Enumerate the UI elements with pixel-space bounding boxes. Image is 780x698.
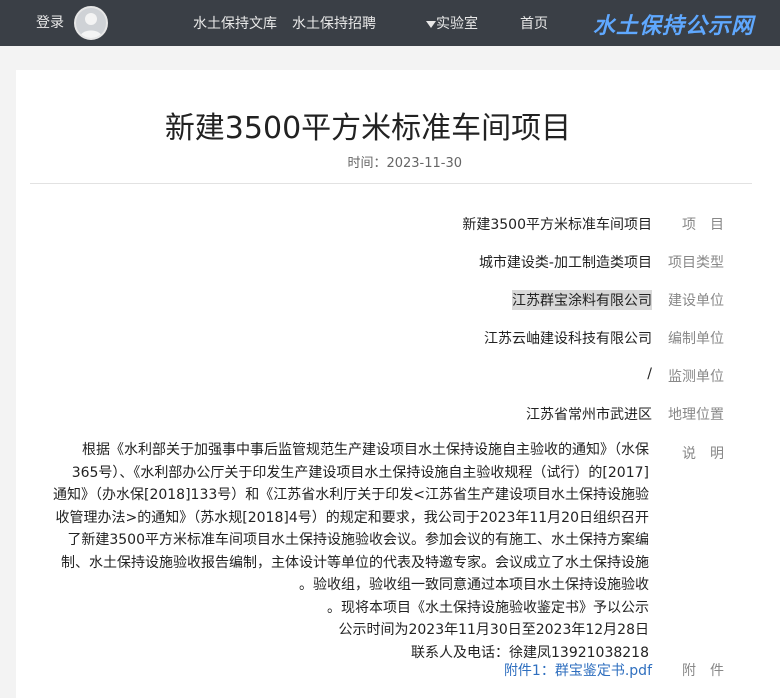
description-text: 根据《水利部关于加强事中事后监管规范生产建设项目水土保持设施自主验收的通知》（水… xyxy=(41,439,649,664)
description-line: [2017]365号）、《水利部办公厅关于印发生产建设项目水土保持设施自主验收规… xyxy=(71,464,649,481)
title-divider xyxy=(30,183,752,184)
field-value-selected: 江苏群宝涂料有限公司 xyxy=(512,290,652,310)
nav-recruit[interactable]: 水土保持招聘 xyxy=(292,13,376,33)
field-label: 项目类型 xyxy=(668,255,724,271)
description-line: 通知》（办水保[2018]133号）和《江苏省水利厅关于印发<江苏省生产建设项目… xyxy=(52,487,649,503)
user-avatar-icon[interactable] xyxy=(74,6,108,40)
publish-date: 时间：2023-11-30 xyxy=(347,156,462,171)
field-label: 项 目 xyxy=(682,217,724,233)
description-label: 说 明 xyxy=(682,446,724,462)
description-line: 现将本项目《水土保持设施验收鉴定书》予以公示。 xyxy=(327,599,649,616)
description-line: 验收组，验收组一致同意通过本项目水土保持设施验收。 xyxy=(299,577,649,593)
field-label: 地理位置 xyxy=(668,407,724,423)
article-card: 新建3500平方米标准车间项目 时间：2023-11-30 项 目 新建3500… xyxy=(16,70,780,698)
avatar-silhouette xyxy=(80,13,102,38)
page-title: 新建3500平方米标准车间项目 xyxy=(164,111,572,146)
field-value: 新建3500平方米标准车间项目 xyxy=(462,217,652,233)
field-label: 编制单位 xyxy=(668,331,724,347)
description-line: 公示时间为2023年11月30日至2023年12月28日 xyxy=(338,622,649,638)
field-label: 监测单位 xyxy=(668,369,724,385)
field-value: 城市建设类-加工制造类项目 xyxy=(478,255,652,271)
description-line: 根据《水利部关于加强事中事后监管规范生产建设项目水土保持设施自主验收的通知》（水… xyxy=(82,442,649,458)
top-nav-bar: 水土保持公示网 首页 实验室 水土保持招聘 水土保持文库 登录 xyxy=(0,0,780,46)
field-value: 江苏云岫建设科技有限公司 xyxy=(484,331,652,347)
chevron-down-icon xyxy=(426,20,436,28)
login-link[interactable]: 登录 xyxy=(36,12,64,32)
field-value: 江苏省常州市武进区 xyxy=(526,407,652,423)
nav-lab-dropdown[interactable]: 实验室 xyxy=(420,13,478,33)
nav-home[interactable]: 首页 xyxy=(520,13,548,33)
field-label: 建设单位 xyxy=(668,293,724,309)
attachment-label: 附 件 xyxy=(682,663,724,679)
description-line: 了新建3500平方米标准车间项目水土保持设施验收会议。参加会议的有施工、水土保持… xyxy=(67,532,649,548)
description-line: 制、水土保持设施验收报告编制，主体设计等单位的代表及特邀专家。会议成立了水土保持… xyxy=(61,554,649,571)
description-line: 收管理办法>的通知》（苏水规[2018]4号）的规定和要求，我公司于2023年1… xyxy=(55,509,649,526)
field-value: / xyxy=(647,366,652,382)
nav-lab-label: 实验室 xyxy=(436,16,478,32)
nav-docs[interactable]: 水土保持文库 xyxy=(193,13,277,33)
attachment-link[interactable]: 附件1：群宝鉴定书.pdf xyxy=(504,660,652,680)
site-brand[interactable]: 水土保持公示网 xyxy=(593,8,754,40)
